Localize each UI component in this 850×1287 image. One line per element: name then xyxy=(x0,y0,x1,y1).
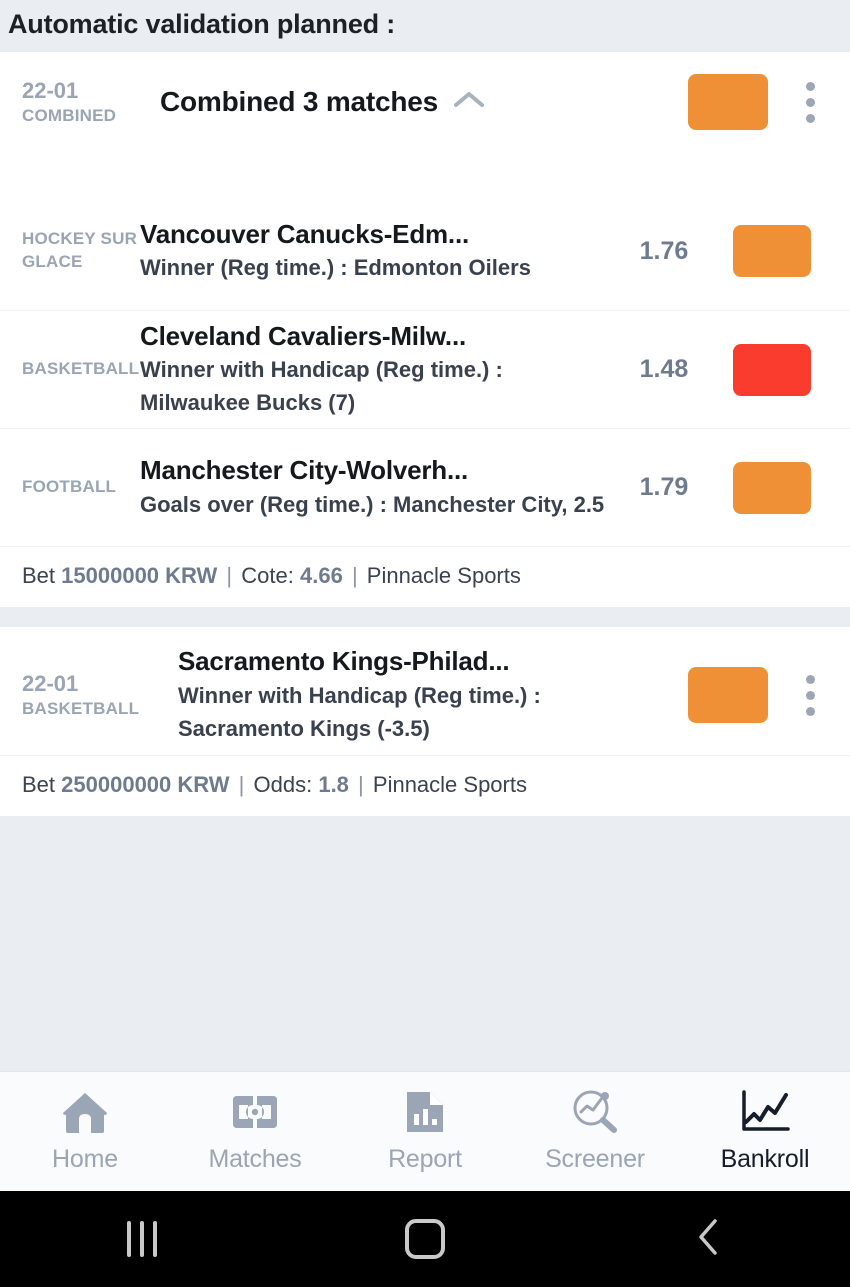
android-home-button[interactable] xyxy=(283,1219,566,1259)
match-title: Vancouver Canucks-Edm... xyxy=(140,218,469,249)
match-title: Manchester City-Wolverh... xyxy=(140,455,469,486)
kebab-menu-icon xyxy=(805,81,815,91)
separator: | xyxy=(358,772,364,797)
tab-home-label: Home xyxy=(52,1145,118,1173)
android-home-icon xyxy=(404,1219,445,1259)
table-row[interactable]: HOCKEY SUR GLACE Vancouver Canucks-Edm..… xyxy=(0,192,850,310)
match-status-badge-wrap xyxy=(712,461,832,514)
combined-status-badge-wrap xyxy=(668,74,788,130)
tab-screener[interactable]: Screener xyxy=(510,1072,680,1191)
kebab-menu-icon xyxy=(805,97,815,107)
bet-list-scroll-area[interactable]: 22-01 COMBINED Combined 3 matches HOCKEY… xyxy=(0,52,850,1071)
match-selection: Goals over (Reg time.) : Manchester City… xyxy=(140,491,605,517)
match-odds: 1.76 xyxy=(639,236,689,265)
match-info: Manchester City-Wolverh... Goals over (R… xyxy=(140,454,616,520)
status-badge[interactable] xyxy=(688,667,768,723)
odds-label: Cote: xyxy=(241,563,294,588)
tab-bankroll-label: Bankroll xyxy=(720,1145,810,1173)
match-selection: Winner with Handicap (Reg time.) : Milwa… xyxy=(140,357,503,416)
match-sport-label: HOCKEY SUR GLACE xyxy=(22,229,138,271)
match-info: Vancouver Canucks-Edm... Winner (Reg tim… xyxy=(140,218,616,284)
status-badge[interactable] xyxy=(733,343,811,396)
combined-header-row[interactable]: 22-01 COMBINED Combined 3 matches xyxy=(0,52,850,152)
combined-title: Combined 3 matches xyxy=(160,86,439,117)
combined-bet-summary: Bet 15000000 KRW | Cote: 4.66 | Pinnacle… xyxy=(0,546,850,607)
single-bet-info: Sacramento Kings-Philad... Winner with H… xyxy=(160,645,668,744)
match-title: Cleveland Cavaliers-Milw... xyxy=(140,320,466,351)
single-bet-card[interactable]: 22-01 BASKETBALL Sacramento Kings-Philad… xyxy=(0,627,850,816)
tab-screener-label: Screener xyxy=(545,1145,645,1173)
match-odds: 1.48 xyxy=(639,355,689,383)
bet-label: Bet xyxy=(22,563,56,588)
line-chart-icon xyxy=(738,1089,792,1135)
match-info: Cleveland Cavaliers-Milw... Winner with … xyxy=(140,320,616,419)
recent-apps-button[interactable] xyxy=(0,1221,283,1257)
match-title: Sacramento Kings-Philad... xyxy=(178,646,510,677)
combined-type-label: COMBINED xyxy=(22,105,117,125)
tab-home[interactable]: Home xyxy=(0,1072,170,1191)
kebab-menu-icon xyxy=(805,674,815,684)
android-back-icon xyxy=(691,1215,725,1264)
report-document-icon xyxy=(403,1089,447,1135)
single-bet-row[interactable]: 22-01 BASKETBALL Sacramento Kings-Philad… xyxy=(0,627,850,755)
single-bet-summary: Bet 250000000 KRW | Odds: 1.8 | Pinnacle… xyxy=(0,755,850,816)
tab-report[interactable]: Report xyxy=(340,1072,510,1191)
bookmaker-name: Pinnacle Sports xyxy=(366,563,521,588)
combined-header-spacer xyxy=(0,152,850,192)
screener-search-icon xyxy=(569,1089,621,1135)
pitch-icon xyxy=(229,1089,281,1135)
combined-date: 22-01 xyxy=(22,78,79,104)
single-sport-label: BASKETBALL xyxy=(22,698,140,718)
combined-bet-card[interactable]: 22-01 COMBINED Combined 3 matches HOCKEY… xyxy=(0,52,850,607)
tab-matches-label: Matches xyxy=(208,1145,302,1173)
page-header: Automatic validation planned : xyxy=(0,0,850,52)
match-odds: 1.79 xyxy=(639,473,689,501)
match-status-badge-wrap xyxy=(712,343,832,396)
single-kebab-menu[interactable] xyxy=(788,674,832,716)
page-title: Automatic validation planned : xyxy=(8,8,396,39)
total-odds: 4.66 xyxy=(299,563,343,588)
tab-bankroll[interactable]: Bankroll xyxy=(680,1072,850,1191)
match-selection: Winner with Handicap (Reg time.) : Sacra… xyxy=(178,682,541,741)
bottom-tab-bar: Home Matches Report Screener Bankroll xyxy=(0,1071,850,1191)
match-selection: Winner (Reg time.) : Edmonton Oilers xyxy=(140,255,531,281)
recent-apps-icon xyxy=(126,1221,157,1257)
home-icon xyxy=(59,1089,111,1135)
android-system-nav xyxy=(0,1191,850,1287)
bet-label: Bet xyxy=(22,772,56,797)
separator: | xyxy=(226,563,233,588)
single-date: 22-01 xyxy=(22,671,79,697)
kebab-menu-icon xyxy=(805,113,815,123)
single-status-badge-wrap xyxy=(668,667,788,723)
android-back-button[interactable] xyxy=(567,1215,850,1264)
bookmaker-name: Pinnacle Sports xyxy=(372,772,527,797)
chevron-up-icon[interactable] xyxy=(452,89,486,116)
bet-amount: 250000000 KRW xyxy=(61,772,230,797)
status-badge[interactable] xyxy=(733,461,811,514)
combined-title-wrap[interactable]: Combined 3 matches xyxy=(140,86,668,118)
card-separator xyxy=(0,607,850,627)
total-odds: 1.8 xyxy=(318,772,349,797)
separator: | xyxy=(351,563,358,588)
match-status-badge-wrap xyxy=(712,225,832,277)
table-row[interactable]: BASKETBALL Cleveland Cavaliers-Milw... W… xyxy=(0,310,850,428)
bet-amount: 15000000 KRW xyxy=(61,563,218,588)
status-badge[interactable] xyxy=(688,74,768,130)
combined-date-column: 22-01 COMBINED xyxy=(22,77,140,127)
kebab-menu-icon xyxy=(805,690,815,700)
odds-label: Odds: xyxy=(253,772,313,797)
tab-matches[interactable]: Matches xyxy=(170,1072,340,1191)
status-badge[interactable] xyxy=(733,225,811,277)
tab-report-label: Report xyxy=(388,1145,462,1173)
single-date-column: 22-01 BASKETBALL xyxy=(22,670,160,720)
app-root: Automatic validation planned : 22-01 COM… xyxy=(0,0,850,1287)
match-sport-label: FOOTBALL xyxy=(22,477,117,497)
table-row[interactable]: FOOTBALL Manchester City-Wolverh... Goal… xyxy=(0,428,850,546)
kebab-menu-icon xyxy=(805,706,815,716)
combined-kebab-menu[interactable] xyxy=(788,81,832,123)
separator: | xyxy=(238,772,245,797)
match-sport-label: BASKETBALL xyxy=(22,359,140,379)
